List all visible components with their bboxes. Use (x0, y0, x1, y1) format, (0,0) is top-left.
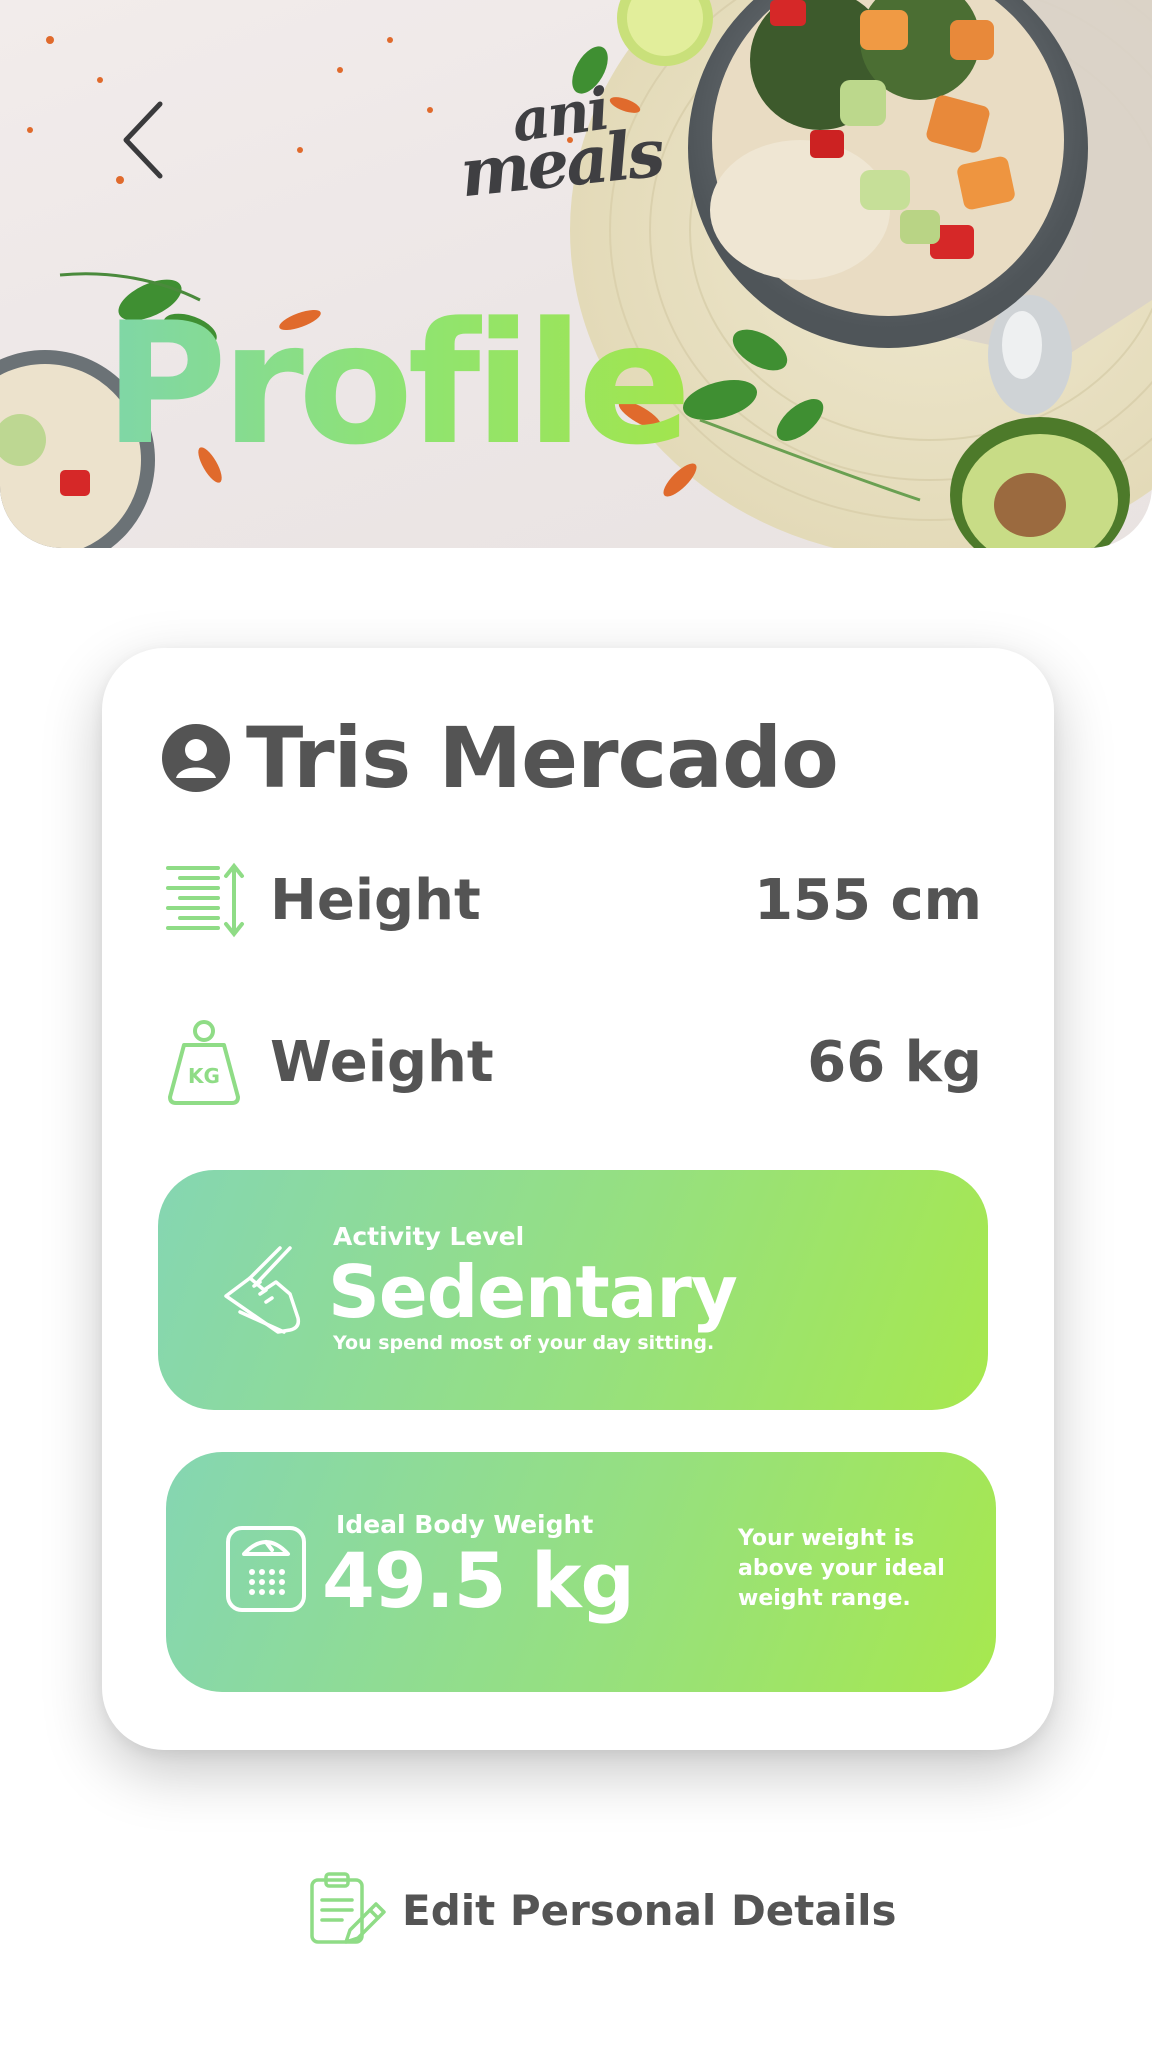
user-name: Tris Mercado (246, 709, 839, 807)
scale-icon (226, 1526, 306, 1612)
clipboard-edit-icon (310, 1872, 386, 1944)
activity-level-value: Sedentary (328, 1250, 738, 1334)
profile-name-row: Tris Mercado (162, 708, 839, 808)
chevron-left-icon (123, 101, 163, 179)
ideal-body-weight-card: Ideal Body Weight 49.5 kg Your weight is… (166, 1452, 996, 1692)
weight-value: 66 kg (807, 1029, 982, 1095)
height-value: 155 cm (754, 867, 982, 933)
edit-personal-details-label: Edit Personal Details (402, 1885, 897, 1935)
weight-label: Weight (270, 1029, 494, 1095)
activity-caption: Activity Level (333, 1222, 525, 1251)
weight-row: KG Weight 66 kg (162, 1012, 982, 1112)
logo-text-meals: meals (456, 113, 666, 213)
activity-level-card[interactable]: Activity Level Sedentary You spend most … (158, 1170, 988, 1410)
ideal-weight-note: Your weight is above your ideal weight r… (738, 1526, 945, 1611)
height-label: Height (270, 867, 481, 933)
height-row: Height 155 cm (162, 850, 982, 950)
weight-icon-text: KG (188, 1064, 220, 1088)
height-icon (166, 862, 244, 938)
page-title: Profile (104, 286, 692, 482)
user-icon (162, 724, 230, 792)
activity-description: You spend most of your day sitting. (333, 1332, 715, 1354)
ideal-weight-value: 49.5 kg (322, 1536, 635, 1625)
app-logo: ani meals (456, 75, 700, 213)
back-button[interactable] (118, 100, 188, 190)
header-banner: ani meals Profile (0, 0, 1152, 548)
edit-personal-details-button[interactable]: Edit Personal Details (306, 1870, 897, 1950)
ideal-weight-caption: Ideal Body Weight (336, 1510, 594, 1539)
shoe-icon (224, 1246, 301, 1334)
weight-kg-icon: KG (168, 1020, 240, 1105)
